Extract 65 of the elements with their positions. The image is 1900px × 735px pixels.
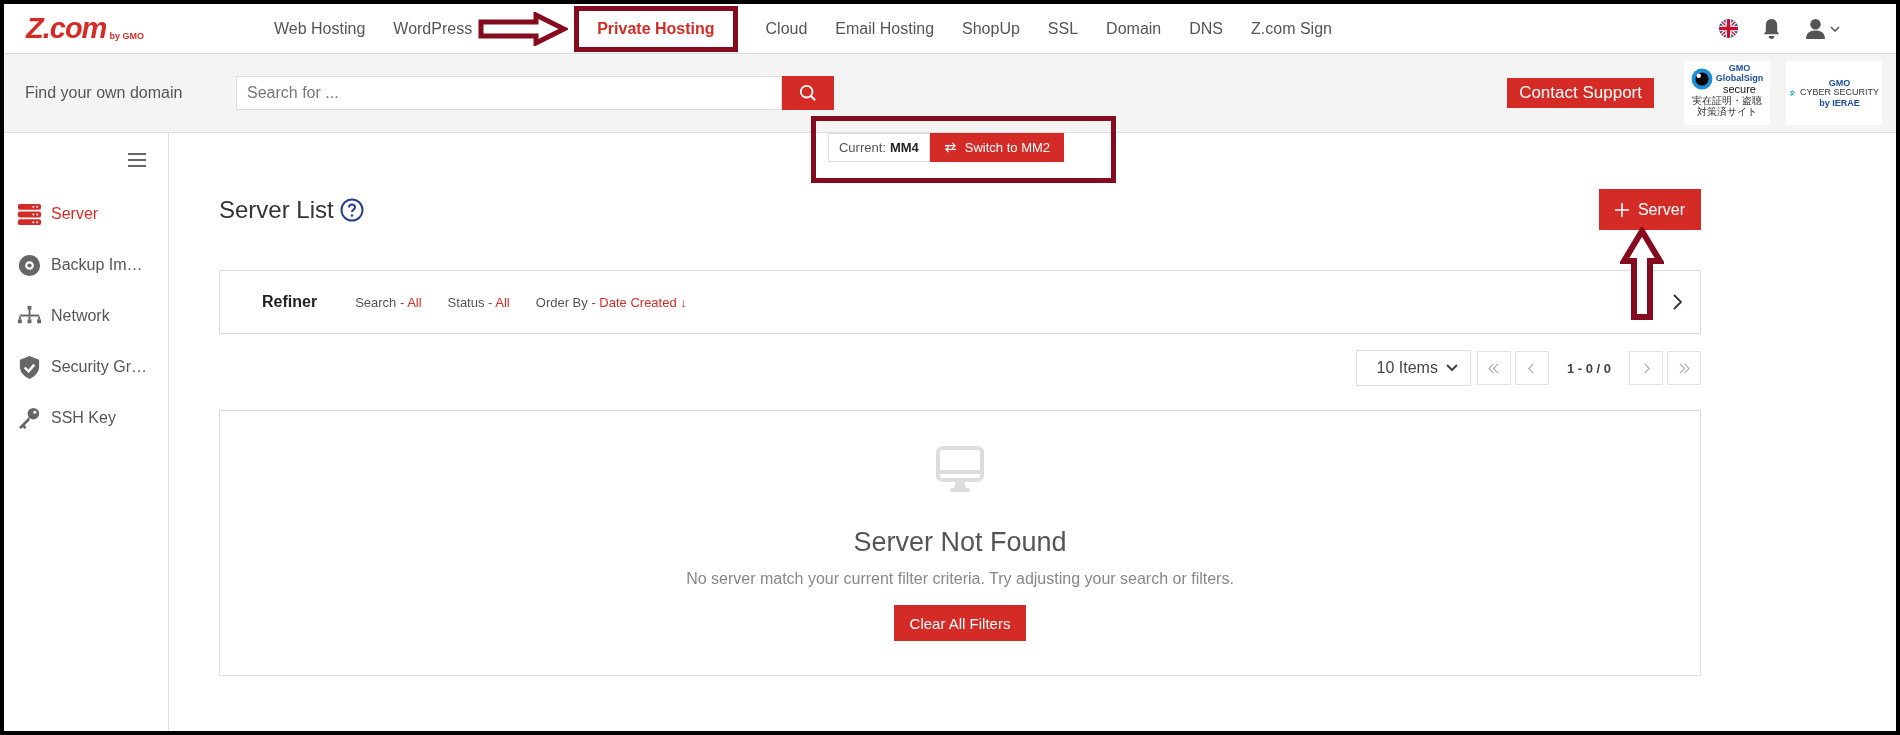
- nav-link[interactable]: Domain: [1106, 19, 1162, 38]
- nav-link[interactable]: Email Hosting: [835, 19, 935, 38]
- caret-icon: [1830, 25, 1840, 32]
- sidebar-item[interactable]: Server: [4, 189, 168, 239]
- user-menu[interactable]: [1805, 18, 1840, 39]
- clear-filters-button[interactable]: Clear All Filters: [893, 605, 1027, 641]
- nav-link[interactable]: Web Hosting: [274, 19, 366, 38]
- monitor-icon: [935, 445, 985, 495]
- nav-link[interactable]: Z.com Sign: [1251, 19, 1332, 38]
- menu-icon: [128, 153, 146, 167]
- search-label: Find your own domain: [25, 84, 184, 102]
- badge-text: CYBER SECURITY: [1800, 88, 1879, 98]
- flag-icon[interactable]: [1719, 19, 1738, 38]
- chevron-down-icon: [1445, 364, 1458, 372]
- badge-caption: 実在証明・盗聴対策済サイト: [1692, 96, 1762, 117]
- nav-link[interactable]: Cloud: [765, 19, 808, 38]
- filter-link[interactable]: Order By - Date Created ↓: [535, 294, 687, 310]
- badge-text: secure: [1722, 83, 1756, 95]
- nav-link[interactable]: ShopUp: [962, 19, 1020, 38]
- add-server-button[interactable]: Server: [1598, 189, 1701, 230]
- badge-text: by IERAE: [1819, 97, 1860, 108]
- logo-text: Z.com: [26, 14, 107, 43]
- menu-button[interactable]: [128, 153, 146, 167]
- server-icon: [17, 201, 42, 227]
- logo-tagline: by GMO: [109, 31, 144, 43]
- contact-support-button[interactable]: Contact Support: [1507, 78, 1654, 108]
- page-title: Server List: [219, 195, 334, 224]
- items-per-page-select[interactable]: 10 Items: [1355, 350, 1471, 386]
- first-page-icon: [1487, 362, 1501, 374]
- help-icon[interactable]: [339, 197, 364, 222]
- filter-link[interactable]: Status - All: [447, 294, 510, 310]
- nav-link[interactable]: Private Hosting: [574, 5, 738, 52]
- chevron-right-icon[interactable]: [1672, 294, 1682, 310]
- badge-text: GMO: [1828, 78, 1851, 89]
- user-icon: [1805, 18, 1826, 39]
- shield-icon: [17, 354, 42, 380]
- nav-link[interactable]: WordPress: [393, 19, 473, 38]
- plus-icon: [1614, 202, 1629, 217]
- badge-text: GlobalSign: [1715, 73, 1764, 83]
- current-value: MM4: [889, 140, 919, 155]
- security-badge[interactable]: GMO GlobalSign secure 実在証明・盗聴対策済サイト: [1684, 61, 1770, 125]
- switch-version-button[interactable]: Switch to MM2: [929, 133, 1065, 162]
- key-icon: [17, 405, 42, 431]
- page-range: 1 - 0 / 0: [1565, 360, 1612, 376]
- eye-logo-icon: [1690, 68, 1713, 90]
- badge-text: GMO: [1728, 63, 1751, 73]
- bell-icon[interactable]: [1762, 18, 1781, 39]
- search-button[interactable]: [782, 76, 834, 110]
- sidebar-item[interactable]: Network: [4, 291, 168, 341]
- sidebar-item[interactable]: Security Gr…: [4, 342, 168, 392]
- sidebar-item[interactable]: Backup Im…: [4, 240, 168, 290]
- domain-search-field[interactable]: Search for ...: [236, 76, 782, 110]
- empty-message: No server match your current filter criteria. Try adjusting your search or filters.: [686, 570, 1234, 588]
- disc-icon: [17, 252, 42, 278]
- nav-link[interactable]: SSL: [1047, 19, 1079, 38]
- sidebar-item[interactable]: SSH Key: [4, 393, 168, 443]
- search-icon: [799, 84, 817, 102]
- last-page-icon: [1677, 362, 1691, 374]
- current-label: Current:: [838, 140, 886, 155]
- swap-arrows-icon: [943, 142, 957, 153]
- nav-link[interactable]: DNS: [1189, 19, 1224, 38]
- empty-title: Server Not Found: [853, 527, 1067, 558]
- refiner-title: Refiner: [262, 293, 318, 311]
- filter-link[interactable]: Search - All: [355, 294, 422, 310]
- security-badge[interactable]: GMO CYBER SECURITY by IERAE: [1786, 61, 1882, 125]
